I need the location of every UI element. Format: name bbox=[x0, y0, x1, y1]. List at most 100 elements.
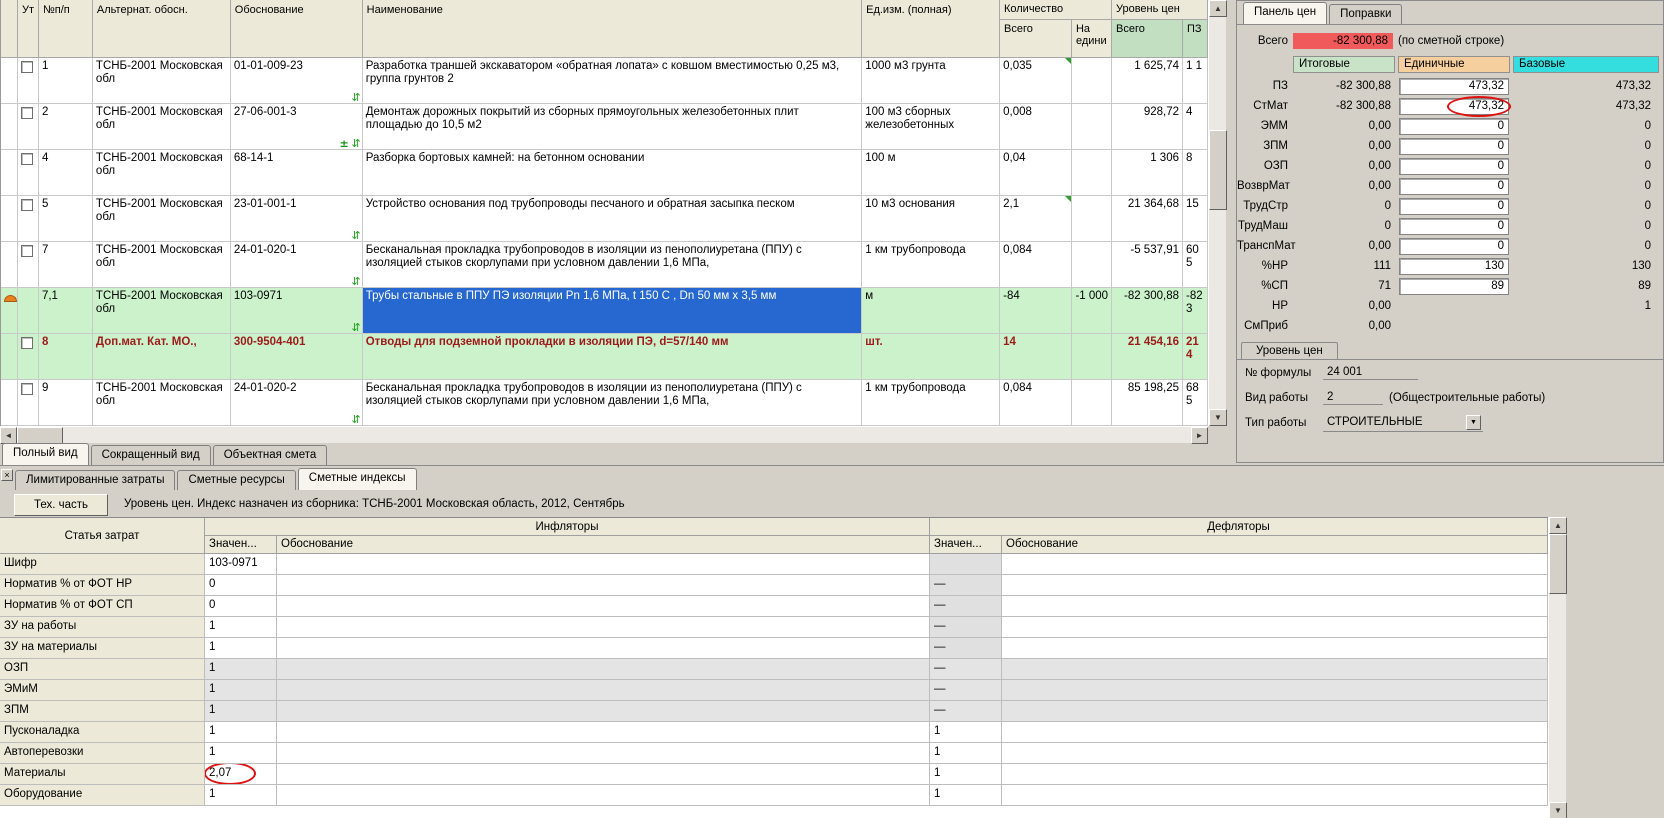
deflator-value-cell[interactable]: — bbox=[930, 617, 1002, 638]
cell-name[interactable]: Устройство основания под трубопроводы пе… bbox=[363, 196, 863, 242]
inflator-value-cell[interactable]: 1 bbox=[205, 617, 277, 638]
cell-qty-per[interactable] bbox=[1072, 196, 1112, 242]
cell-marker[interactable] bbox=[1, 104, 18, 150]
inflator-basis-cell[interactable] bbox=[277, 722, 930, 743]
tab-estimate-indexes[interactable]: Сметные индексы bbox=[298, 468, 417, 490]
deflator-basis-cell[interactable] bbox=[1002, 785, 1548, 806]
cell-num[interactable]: 1 bbox=[39, 58, 93, 104]
close-icon[interactable]: × bbox=[1, 469, 13, 481]
deflator-basis-cell[interactable] bbox=[1002, 743, 1548, 764]
cell-price-total[interactable]: 21 364,68 bbox=[1112, 196, 1183, 242]
cell-num[interactable]: 8 bbox=[39, 334, 93, 380]
inflator-value-cell[interactable]: 0 bbox=[205, 575, 277, 596]
inflator-basis-cell[interactable] bbox=[277, 554, 930, 575]
deflator-value-cell[interactable]: 1 bbox=[930, 764, 1002, 785]
base-price-value[interactable]: 130 bbox=[1511, 260, 1659, 272]
unit-price-field[interactable]: 0 bbox=[1399, 238, 1509, 255]
cell-unit[interactable]: 10 м3 основания bbox=[862, 196, 1000, 242]
cell-price-pz[interactable]: 8 bbox=[1183, 150, 1208, 196]
cell-qty-total[interactable]: 0,008 bbox=[1000, 104, 1072, 150]
formula-number-value[interactable]: 24 001 bbox=[1323, 365, 1418, 380]
cell-checkbox[interactable] bbox=[18, 196, 39, 242]
inflator-value-cell[interactable]: 1 bbox=[205, 701, 277, 722]
cell-alt[interactable]: ТСНБ-2001 Московская обл bbox=[93, 242, 231, 288]
cell-basis[interactable]: 24-01-020-1⇵ bbox=[231, 242, 363, 288]
cell-qty-total[interactable]: -84 bbox=[1000, 288, 1072, 334]
cell-basis[interactable]: 23-01-001-1⇵ bbox=[231, 196, 363, 242]
cell-checkbox[interactable] bbox=[18, 242, 39, 288]
cell-num[interactable]: 5 bbox=[39, 196, 93, 242]
unit-price-field[interactable]: 0 bbox=[1399, 118, 1509, 135]
bottom-vertical-scrollbar[interactable]: ▲ ▼ bbox=[1548, 517, 1566, 818]
unit-price-field[interactable]: 473,32 bbox=[1399, 98, 1509, 115]
deflator-value-cell[interactable]: 1 bbox=[930, 743, 1002, 764]
cell-alt[interactable]: ТСНБ-2001 Московская обл bbox=[93, 150, 231, 196]
work-kind-value[interactable]: 2 bbox=[1323, 390, 1383, 405]
deflator-value-cell[interactable]: — bbox=[930, 701, 1002, 722]
cell-price-total[interactable]: 928,72 bbox=[1112, 104, 1183, 150]
unit-price-field[interactable]: 0 bbox=[1399, 178, 1509, 195]
cell-price-pz[interactable]: 68 5 bbox=[1183, 380, 1208, 426]
tab-short-view[interactable]: Сокращенный вид bbox=[91, 445, 211, 465]
cell-alt[interactable]: Доп.мат. Кат. МО., bbox=[93, 334, 231, 380]
work-type-select[interactable]: СТРОИТЕЛЬНЫЕ ▼ bbox=[1323, 414, 1483, 432]
cell-qty-total[interactable]: 14 bbox=[1000, 334, 1072, 380]
scrollbar-thumb[interactable] bbox=[1549, 534, 1567, 594]
cell-qty-total[interactable]: 0,084 bbox=[1000, 380, 1072, 426]
cell-checkbox[interactable] bbox=[18, 58, 39, 104]
cell-checkbox[interactable] bbox=[18, 334, 39, 380]
cell-marker[interactable] bbox=[1, 288, 18, 334]
unit-price-field[interactable]: 0 bbox=[1399, 198, 1509, 215]
inflator-value-cell[interactable]: 1 bbox=[205, 785, 277, 806]
cell-unit[interactable]: м bbox=[862, 288, 1000, 334]
cell-price-total[interactable]: 85 198,25 bbox=[1112, 380, 1183, 426]
unit-price-field[interactable]: 0 bbox=[1399, 218, 1509, 235]
chevron-down-icon[interactable]: ▼ bbox=[1466, 415, 1481, 430]
deflator-value-cell[interactable]: — bbox=[930, 575, 1002, 596]
inflator-value-cell[interactable]: 1 bbox=[205, 743, 277, 764]
cell-price-total[interactable]: 1 306 bbox=[1112, 150, 1183, 196]
unit-price-field[interactable]: 0 bbox=[1399, 138, 1509, 155]
deflator-value-cell[interactable]: — bbox=[930, 638, 1002, 659]
inflator-basis-cell[interactable] bbox=[277, 764, 930, 785]
cell-marker[interactable] bbox=[1, 334, 18, 380]
cell-marker[interactable] bbox=[1, 58, 18, 104]
base-price-value[interactable]: 0 bbox=[1511, 120, 1659, 132]
grid-vertical-scrollbar[interactable]: ▲ ▼ bbox=[1208, 0, 1226, 426]
deflator-basis-cell[interactable] bbox=[1002, 680, 1548, 701]
scroll-left-icon[interactable]: ◄ bbox=[0, 427, 17, 444]
unit-price-field[interactable]: 473,32 bbox=[1399, 78, 1509, 95]
deflator-value-cell[interactable]: — bbox=[930, 680, 1002, 701]
deflator-value-cell[interactable]: — bbox=[930, 596, 1002, 617]
cell-qty-total[interactable]: 0,04 bbox=[1000, 150, 1072, 196]
unit-price-field[interactable]: 89 bbox=[1399, 278, 1509, 295]
cell-price-pz[interactable]: 60 5 bbox=[1183, 242, 1208, 288]
base-price-value[interactable]: 0 bbox=[1511, 160, 1659, 172]
cell-marker[interactable] bbox=[1, 380, 18, 426]
cell-num[interactable]: 7 bbox=[39, 242, 93, 288]
cell-basis[interactable]: 68-14-1 bbox=[231, 150, 363, 196]
cell-price-pz[interactable]: 15 bbox=[1183, 196, 1208, 242]
unit-price-field[interactable]: 130 bbox=[1399, 258, 1509, 275]
inflator-basis-cell[interactable] bbox=[277, 785, 930, 806]
deflator-basis-cell[interactable] bbox=[1002, 659, 1548, 680]
cell-qty-per[interactable]: -1 000 bbox=[1072, 288, 1112, 334]
cell-qty-per[interactable] bbox=[1072, 150, 1112, 196]
cell-name-selected[interactable]: Трубы стальные в ППУ ПЭ изоляции Pn 1,6 … bbox=[363, 288, 863, 334]
base-price-value[interactable]: 0 bbox=[1511, 140, 1659, 152]
cell-marker[interactable] bbox=[1, 196, 18, 242]
cell-qty-per[interactable] bbox=[1072, 58, 1112, 104]
cell-checkbox[interactable] bbox=[18, 150, 39, 196]
base-price-value[interactable]: 473,32 bbox=[1511, 100, 1659, 112]
cell-price-total[interactable]: 21 454,16 bbox=[1112, 334, 1183, 380]
inflator-basis-cell[interactable] bbox=[277, 596, 930, 617]
cell-price-pz[interactable]: 21 4 bbox=[1183, 334, 1208, 380]
deflator-basis-cell[interactable] bbox=[1002, 617, 1548, 638]
deflator-basis-cell[interactable] bbox=[1002, 638, 1548, 659]
cell-unit[interactable]: 100 м bbox=[862, 150, 1000, 196]
tab-price-level[interactable]: Уровень цен bbox=[1241, 342, 1338, 359]
cell-qty-per[interactable] bbox=[1072, 242, 1112, 288]
cell-qty-per[interactable] bbox=[1072, 334, 1112, 380]
cell-name[interactable]: Бесканальная прокладка трубопроводов в и… bbox=[363, 380, 863, 426]
cell-price-total[interactable]: -5 537,91 bbox=[1112, 242, 1183, 288]
